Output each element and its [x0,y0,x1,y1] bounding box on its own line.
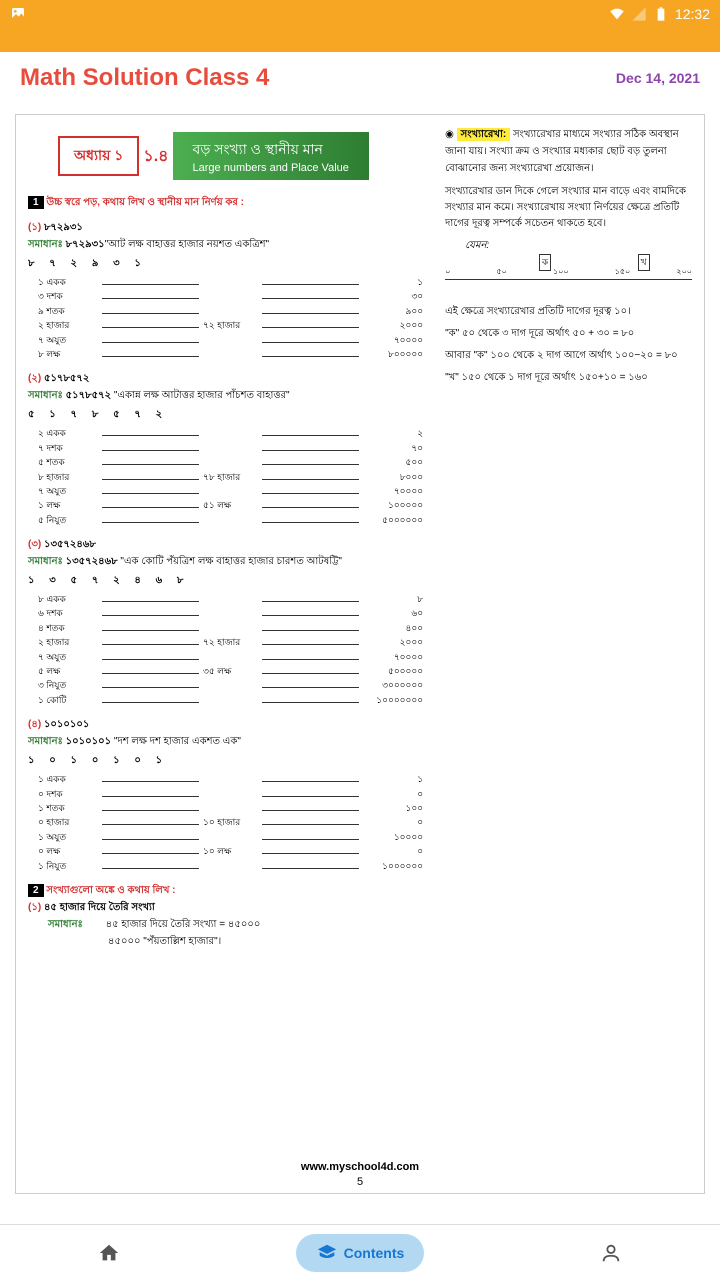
page-number: 5 [16,1176,704,1188]
main-column: অধ্যায় ১ ১.৪ বড় সংখ্যা ও স্থানীয় মান … [28,127,423,1181]
solution-s2: সমাধানঃ ৪৫ হাজার দিয়ে তৈরি সংখ্যা = ৪৫০… [28,917,423,934]
section-badge-1: 1 [28,196,44,209]
home-button[interactable] [78,1234,140,1272]
footer-url: www.myschool4d.com [16,1161,704,1173]
chapter-number: ১.৪ [139,143,172,170]
contents-label: Contents [344,1245,405,1261]
sidebar-example: যেমন: [445,238,692,254]
side-column: ◉ সংখ্যারেখা: সংখ্যারেখার মাধ্যমে সংখ্যা… [435,127,692,1181]
contents-icon [316,1242,338,1264]
problem-s2: (১) ৪৫ হাজার দিয়ে তৈরি সংখ্যা [28,900,423,917]
page-title: Math Solution Class 4 [20,64,269,92]
section-title-2: সংখ্যাগুলো অঙ্কে ও কথায় লিখ : [46,885,175,896]
header: Math Solution Class 4 Dec 14, 2021 [0,52,720,104]
home-icon [98,1242,120,1264]
sidebar-heading: ◉ সংখ্যারেখা: সংখ্যারেখার মাধ্যমে সংখ্যা… [445,127,692,178]
sidebar-p6: "খ" ১৫০ থেকে ১ দাগ দূরে অর্থাৎ ১৫০+১০ = … [445,370,692,386]
battery-icon [653,6,669,22]
problem-4: (৪) ১০১০১০১ সমাধানঃ ১০১০১০১ "দশ লক্ষ দশ … [28,717,423,873]
chapter-badge: অধ্যায় ১ [58,136,139,176]
gallery-icon [10,6,26,22]
sidebar-title: সংখ্যারেখা: [457,128,511,141]
problem-1: (১) ৮৭২৯৩১ সমাধানঃ ৮৭২৯৩১"আট লক্ষ বাহাত্… [28,220,423,361]
status-bar: 12:32 [0,0,720,28]
chapter-banner: অধ্যায় ১ ১.৪ বড় সংখ্যা ও স্থানীয় মান … [58,132,423,180]
section-1: 1 উচ্চ স্বরে পড়, কথায় লিখ ও স্থানীয় ম… [28,195,423,212]
bottom-nav: Contents [0,1224,720,1280]
wifi-icon [609,6,625,22]
problem-2: (২) ৫১৭৮৫৭২ সমাধানঃ ৫১৭৮৫৭২ "একান্ন লক্ষ… [28,371,423,527]
profile-button[interactable] [580,1234,642,1272]
signal-icon [631,6,647,22]
app-bar [0,28,720,52]
numberline: ক খ ০৫০১০০১৫০২০০ [445,264,692,294]
clock: 12:32 [675,6,710,22]
section-2: 2 সংখ্যাগুলো অঙ্কে ও কথায় লিখ : [28,883,423,900]
sidebar-p3: এই ক্ষেত্রে সংখ্যারেখার প্রতিটি দাগের দূ… [445,304,692,320]
section-badge-2: 2 [28,884,44,897]
content-page[interactable]: অধ্যায় ১ ১.৪ বড় সংখ্যা ও স্থানীয় মান … [15,114,705,1194]
profile-icon [600,1242,622,1264]
chapter-title: বড় সংখ্যা ও স্থানীয় মান Large numbers … [173,132,369,180]
contents-button[interactable]: Contents [296,1234,425,1272]
section-title-1: উচ্চ স্বরে পড়, কথায় লিখ ও স্থানীয় মান… [46,197,244,208]
page-date: Dec 14, 2021 [616,70,700,86]
problem-3: (৩) ১৩৫৭২৪৬৮ সমাধানঃ ১৩৫৭২৪৬৮ "এক কোটি প… [28,537,423,707]
sidebar-p5: আবার "ক" ১০০ থেকে ২ দাগ আগে অর্থাৎ ১০০−২… [445,348,692,364]
sidebar-p4: "ক" ৫০ থেকে ৩ দাগ দূরে অর্থাৎ ৫০ + ৩০ = … [445,326,692,342]
sidebar-p2: সংখ্যারেখার ডান দিকে গেলে সংখ্যার মান বা… [445,184,692,232]
